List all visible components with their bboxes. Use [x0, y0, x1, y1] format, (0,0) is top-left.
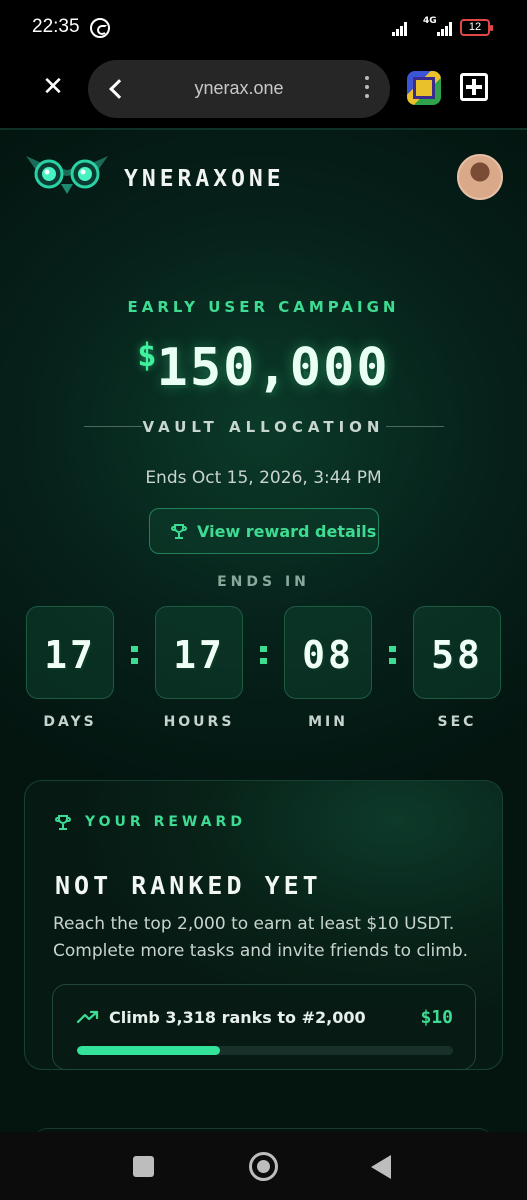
ends-in-label: ENDS IN [217, 574, 310, 590]
trophy-icon [55, 815, 71, 831]
countdown-sec-label: SEC [437, 714, 477, 730]
countdown-sec-value: 58 [431, 633, 483, 677]
signal-icon-2 [437, 20, 453, 36]
prize-amount: $10 [420, 1007, 453, 1028]
campaign-label: EARLY USER CAMPAIGN [127, 298, 400, 316]
countdown-min-value: 08 [302, 633, 354, 677]
amount-value: 150,000 [156, 338, 390, 398]
close-icon[interactable]: ✕ [38, 72, 68, 102]
view-reward-details-button[interactable]: View reward details [149, 508, 379, 554]
more-vert-icon[interactable] [364, 76, 370, 102]
user-avatar[interactable] [457, 154, 503, 200]
whatsapp-icon [90, 18, 110, 38]
currency-symbol: $ [137, 336, 157, 374]
countdown-days: 17 [26, 606, 114, 699]
your-reward-card: YOUR REWARD NOT RANKED YET Reach the top… [24, 780, 503, 1070]
countdown-min: 08 [284, 606, 372, 699]
vault-amount: $150,000 [0, 336, 527, 398]
your-reward-heading: YOUR REWARD [85, 814, 246, 830]
url-text[interactable]: ynerax.one [88, 78, 390, 99]
extension-icon[interactable] [407, 71, 441, 105]
countdown-separator [131, 646, 139, 664]
progress-bar [77, 1046, 453, 1055]
countdown-sec: 58 [413, 606, 501, 699]
countdown-min-label: MIN [308, 714, 348, 730]
rank-status: NOT RANKED YET [55, 871, 322, 900]
countdown-separator [260, 646, 268, 664]
view-reward-details-label: View reward details [197, 522, 377, 541]
countdown-days-label: DAYS [43, 714, 97, 730]
reward-description: Reach the top 2,000 to earn at least $10… [53, 914, 469, 961]
countdown-hours-label: HOURS [163, 714, 235, 730]
browser-toolbar: ✕ ynerax.one [0, 56, 527, 128]
countdown-hours-value: 17 [173, 633, 225, 677]
page-content: YNERAXONE EARLY USER CAMPAIGN $150,000 V… [0, 128, 527, 1132]
rank-progress: Climb 3,318 ranks to #2,000 $10 [52, 984, 476, 1070]
network-type: 4G [423, 16, 437, 26]
progress-bar-fill [77, 1046, 220, 1055]
vault-allocation-label: VAULT ALLOCATION [142, 418, 385, 436]
url-bar[interactable]: ynerax.one [88, 60, 390, 118]
back-nav-icon[interactable] [371, 1155, 391, 1179]
status-bar: 22:35 4G 12 [0, 0, 527, 56]
brand-name[interactable]: YNERAXONE [124, 166, 285, 192]
status-time: 22:35 [32, 16, 80, 37]
home-icon[interactable] [249, 1152, 278, 1181]
ends-date: Ends Oct 15, 2026, 3:44 PM [145, 468, 382, 488]
climb-text: Climb 3,318 ranks to #2,000 [109, 1008, 366, 1027]
new-tab-icon[interactable] [460, 73, 488, 101]
recents-icon[interactable] [133, 1156, 154, 1177]
signal-icon [392, 20, 408, 36]
countdown-separator [389, 646, 397, 664]
countdown-hours: 17 [155, 606, 243, 699]
owl-logo-icon[interactable] [24, 152, 110, 196]
countdown-days-value: 17 [44, 633, 96, 677]
divider [0, 128, 527, 130]
battery-icon: 12 [460, 19, 493, 36]
trophy-icon [171, 524, 187, 540]
system-nav-bar [0, 1132, 527, 1200]
trending-up-icon [77, 1010, 99, 1024]
